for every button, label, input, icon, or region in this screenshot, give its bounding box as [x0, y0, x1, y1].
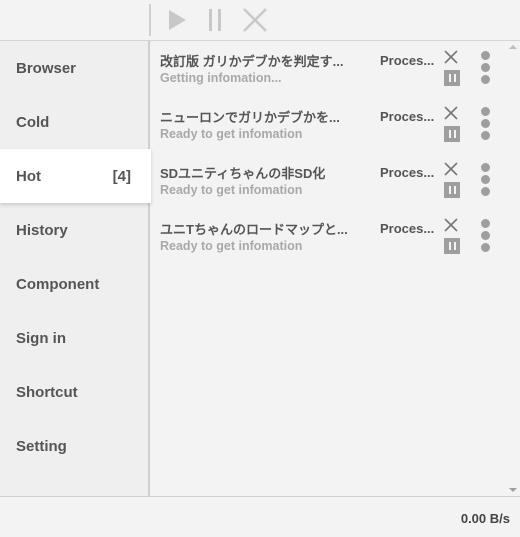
process-label: Proces...: [380, 165, 435, 180]
count-badge: [4]: [112, 167, 131, 185]
close-icon[interactable]: [443, 217, 459, 233]
scroll-up-arrow-icon[interactable]: [509, 45, 517, 49]
sidebar-item-history[interactable]: History: [0, 203, 148, 257]
download-status: Ready to get infomation: [160, 127, 303, 141]
sidebar-item-hot[interactable]: Hot [4]: [0, 149, 151, 203]
more-options-icon[interactable]: [479, 219, 491, 253]
sidebar-item-component[interactable]: Component: [0, 257, 148, 311]
sidebar-item-label: Setting: [16, 437, 67, 455]
status-bar: 0.00 B/s: [0, 496, 520, 537]
close-icon[interactable]: [443, 49, 459, 65]
sidebar: Browser Cold Hot [4] History Component Si…: [0, 41, 151, 496]
more-options-icon[interactable]: [479, 107, 491, 141]
sidebar-item-label: Hot: [16, 167, 41, 185]
pause-icon[interactable]: [444, 238, 460, 254]
sidebar-item-label: Sign in: [16, 329, 66, 347]
list-item[interactable]: 改訂版 ガリかデブかを判定す... Getting infomation... …: [151, 41, 511, 97]
sidebar-item-setting[interactable]: Setting: [0, 419, 148, 473]
sidebar-item-label: Cold: [16, 113, 50, 131]
sidebar-item-label: Component: [16, 275, 100, 293]
close-icon[interactable]: [443, 105, 459, 121]
pause-icon[interactable]: [444, 182, 460, 198]
play-icon: [169, 10, 186, 30]
list-item[interactable]: SDユニティちゃんの非SD化 Ready to get infomation P…: [151, 153, 511, 209]
download-speed: 0.00 B/s: [460, 511, 510, 526]
sidebar-item-label: Browser: [16, 59, 77, 77]
process-label: Proces...: [380, 221, 435, 236]
download-title: 改訂版 ガリかデブかを判定す...: [160, 54, 344, 69]
toolbar: [0, 0, 520, 41]
pause-icon[interactable]: [444, 126, 460, 142]
sidebar-item-shortcut[interactable]: Shortcut: [0, 365, 148, 419]
process-label: Proces...: [380, 109, 435, 124]
download-status: Ready to get infomation: [160, 239, 303, 253]
pause-icon: [209, 9, 221, 31]
sidebar-item-cold[interactable]: Cold: [0, 95, 148, 149]
list-item[interactable]: ユニTちゃんのロードマップと... Ready to get infomatio…: [151, 209, 511, 265]
list-item[interactable]: ニューロンでガリかデブかを... Ready to get infomation…: [151, 97, 511, 153]
close-icon[interactable]: [443, 161, 459, 177]
sidebar-item-label: Shortcut: [16, 383, 78, 401]
more-options-icon[interactable]: [479, 51, 491, 85]
scroll-down-arrow-icon[interactable]: [509, 488, 517, 492]
more-options-icon[interactable]: [479, 163, 491, 197]
sidebar-item-browser[interactable]: Browser: [0, 41, 148, 95]
close-icon: [243, 8, 267, 32]
download-status: Ready to get infomation: [160, 183, 303, 197]
pause-button[interactable]: [201, 6, 229, 34]
download-title: ニューロンでガリかデブかを...: [160, 110, 340, 125]
play-button[interactable]: [163, 6, 191, 34]
download-list: 改訂版 ガリかデブかを判定す... Getting infomation... …: [151, 41, 520, 496]
download-title: SDユニティちゃんの非SD化: [160, 166, 326, 181]
stop-button[interactable]: [241, 6, 269, 34]
sidebar-item-label: History: [16, 221, 68, 239]
download-status: Getting infomation...: [160, 71, 282, 85]
process-label: Proces...: [380, 53, 435, 68]
toolbar-divider: [149, 4, 151, 36]
scrollbar[interactable]: [505, 41, 520, 496]
pause-icon[interactable]: [444, 70, 460, 86]
sidebar-item-sign-in[interactable]: Sign in: [0, 311, 148, 365]
download-title: ユニTちゃんのロードマップと...: [160, 222, 348, 237]
